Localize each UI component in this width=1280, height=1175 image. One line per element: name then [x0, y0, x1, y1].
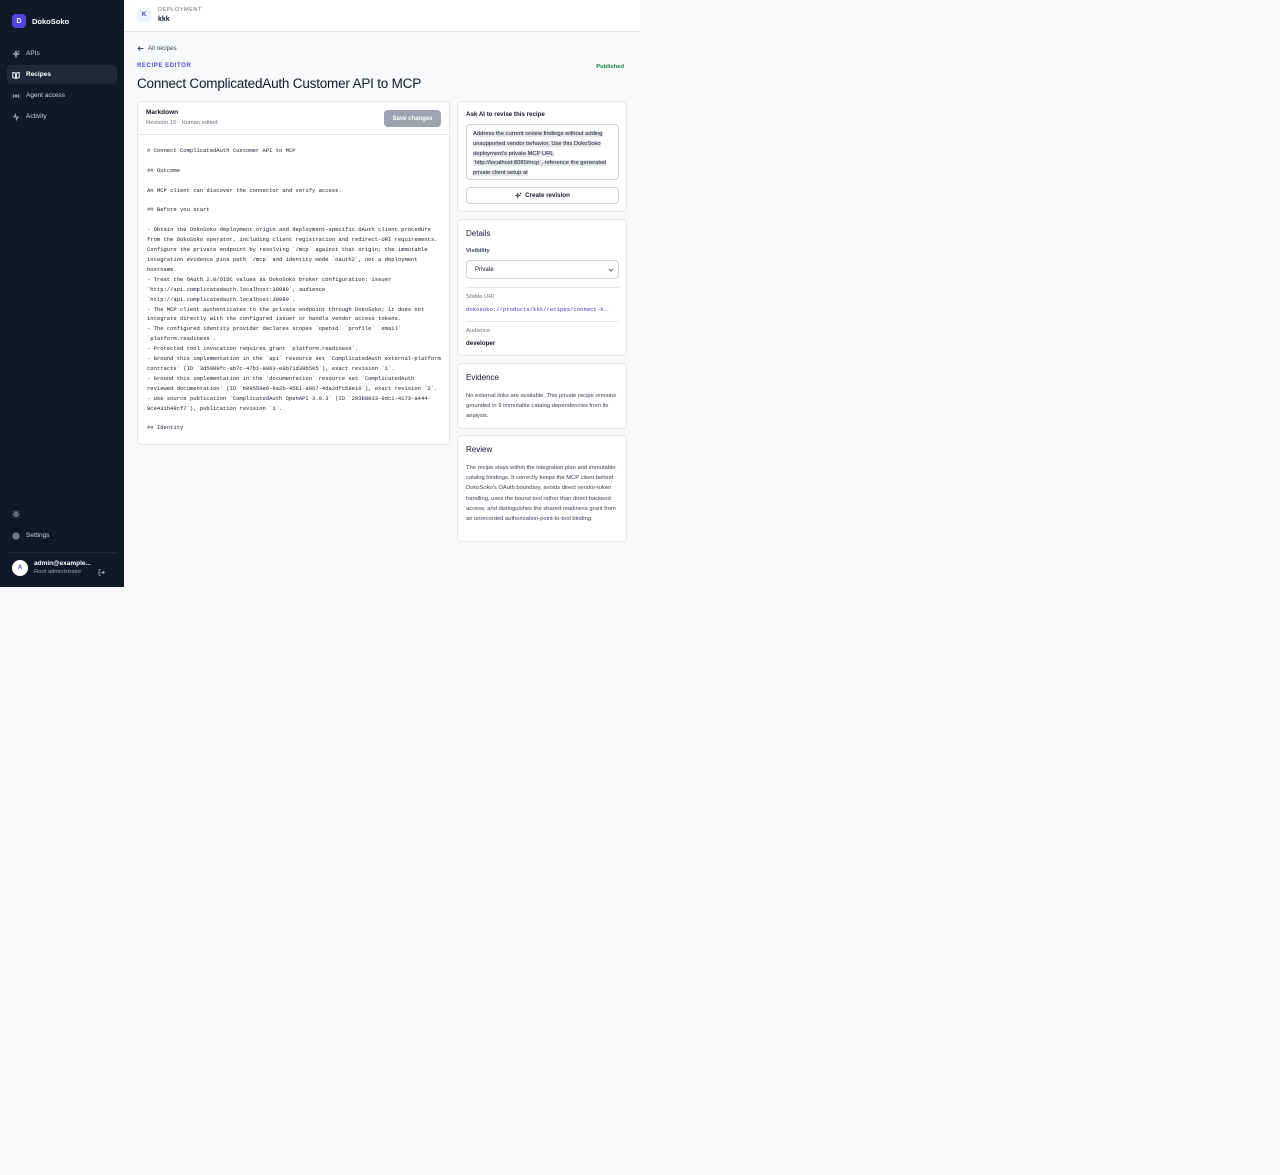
details-card: Details Visibility Private Stable URI do…	[457, 219, 627, 356]
sidebar: D DokoSoko APIs Recipes Agent access Act…	[0, 0, 124, 587]
sidebar-item-label: Settings	[26, 532, 50, 539]
sparkles-icon	[12, 50, 20, 57]
sidebar-item-label: Recipes	[26, 71, 51, 78]
audience-label: Audience	[466, 328, 491, 334]
evidence-text: No external links are available. This pr…	[466, 393, 617, 420]
sidebar-divider	[8, 552, 116, 553]
sidebar-item-settings[interactable]: Settings	[7, 526, 117, 545]
logout-button[interactable]	[98, 563, 105, 581]
deployment-label: DEPLOYMENT	[158, 7, 202, 13]
stable-uri-link[interactable]: dokosoko://products/kkk/recipes/connect-…	[466, 306, 619, 313]
save-button[interactable]: Save changes	[384, 110, 441, 127]
sparkles-icon	[515, 192, 522, 199]
back-link[interactable]: All recipes	[137, 45, 177, 52]
sidebar-item-label: Agent access	[26, 92, 66, 99]
sun-icon	[12, 510, 20, 518]
audience-value: developer	[466, 340, 496, 347]
sidebar-item-recipes[interactable]: Recipes	[7, 65, 117, 84]
user-role: Root administrator	[34, 569, 82, 575]
sidebar-item-activity[interactable]: Activity	[7, 107, 117, 126]
back-link-label: All recipes	[148, 45, 177, 52]
create-revision-button[interactable]: Create revision	[466, 187, 619, 204]
topbar: K DEPLOYMENT kkk	[124, 0, 640, 32]
evidence-title: Evidence	[466, 373, 499, 382]
chevron-down-icon	[608, 268, 614, 272]
page-title: Connect ComplicatedAuth Customer API to …	[137, 76, 422, 91]
review-card: Review The recipe stays within the integ…	[457, 435, 627, 542]
visibility-label: Visibility	[466, 248, 490, 254]
deployment-name[interactable]: kkk	[158, 16, 170, 23]
editor-header: Markdown Revision 15 · Human edited Save…	[138, 102, 449, 135]
divider	[466, 321, 619, 322]
evidence-card: Evidence No external links are available…	[457, 363, 627, 429]
logout-icon	[98, 569, 105, 576]
create-revision-label: Create revision	[525, 192, 570, 199]
ask-ai-input[interactable]: Address the current review findings with…	[466, 124, 619, 180]
user-email: admin@example...	[34, 560, 91, 567]
broadcast-icon	[12, 93, 20, 98]
book-icon	[12, 71, 20, 79]
user-text: admin@example... Root administrator	[34, 559, 91, 577]
sidebar-bottom: Settings	[7, 505, 117, 547]
theme-toggle-button[interactable]	[7, 505, 117, 523]
stable-uri-label: Stable URI	[466, 294, 495, 300]
ask-ai-card: Ask AI to revise this recipe Address the…	[457, 101, 627, 212]
editor-title: Markdown	[146, 109, 179, 116]
brand-logo: D	[12, 14, 26, 28]
arrow-left-icon	[137, 46, 144, 51]
editor-revision: Revision 15 · Human edited	[146, 120, 218, 126]
review-text: The recipe stays within the integration …	[466, 465, 616, 523]
divider	[466, 287, 619, 288]
sidebar-item-agent-access[interactable]: Agent access	[7, 86, 117, 105]
sidebar-item-apis[interactable]: APIs	[7, 44, 117, 63]
user-profile[interactable]: A admin@example... Root administrator	[12, 559, 112, 577]
deployment-badge[interactable]: K	[137, 8, 151, 22]
status-badge: Published	[596, 64, 624, 70]
details-title: Details	[466, 229, 491, 238]
review-title: Review	[466, 445, 493, 454]
brand-name: DokoSoko	[32, 16, 70, 26]
resize-handle[interactable]	[442, 437, 447, 442]
sidebar-item-label: APIs	[26, 50, 40, 57]
avatar: A	[12, 560, 28, 576]
visibility-select[interactable]: Private	[466, 260, 619, 279]
brand[interactable]: D DokoSoko	[12, 14, 69, 28]
markdown-textarea[interactable]: # Connect ComplicatedAuth Customer API t…	[147, 146, 443, 442]
sidebar-item-label: Activity	[26, 113, 47, 120]
ask-ai-label: Ask AI to revise this recipe	[466, 111, 545, 118]
eyebrow: RECIPE EDITOR	[137, 63, 192, 69]
sidebar-nav: APIs Recipes Agent access Activity	[7, 44, 117, 128]
visibility-value: Private	[475, 266, 494, 273]
ask-ai-text: Address the current review findings with…	[473, 131, 607, 177]
gear-icon	[12, 532, 20, 539]
activity-icon	[12, 112, 20, 121]
markdown-editor-card: Markdown Revision 15 · Human edited Save…	[137, 101, 450, 445]
